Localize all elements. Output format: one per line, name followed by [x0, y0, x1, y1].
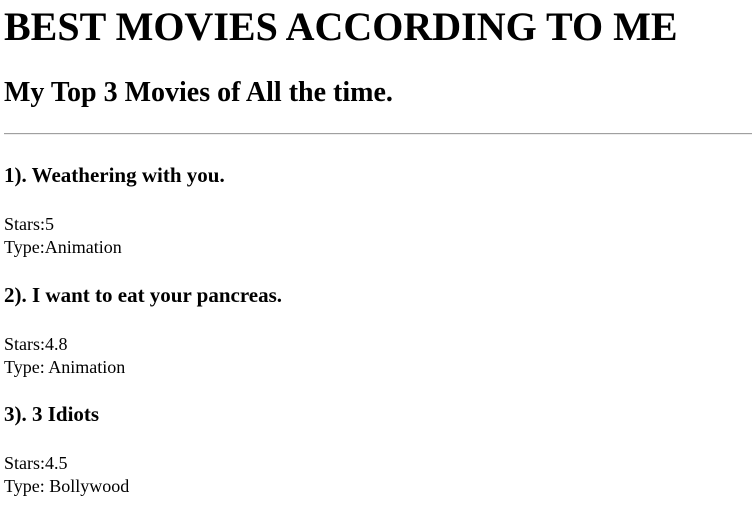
- page-subtitle: My Top 3 Movies of All the time.: [4, 77, 393, 108]
- movie-details: Stars:4.8 Type: Animation: [4, 333, 282, 379]
- movie-type: Type: Animation: [4, 357, 126, 377]
- movie-entry-2: 2). I want to eat your pancreas. Stars:4…: [4, 284, 282, 379]
- movie-entry-1: 1). Weathering with you. Stars:5 Type:An…: [4, 164, 225, 259]
- movie-heading: 3). 3 Idiots: [4, 402, 100, 426]
- movie-heading: 1). Weathering with you.: [4, 163, 225, 187]
- page-title: BEST MOVIES ACCORDING TO ME: [4, 4, 678, 49]
- movie-stars: Stars:4.8: [4, 334, 68, 354]
- movie-stars: Stars:4.5: [4, 453, 68, 473]
- movie-entry-3: 3). 3 Idiots Stars:4.5 Type: Bollywood: [4, 403, 129, 498]
- movie-stars: Stars:5: [4, 214, 55, 234]
- movie-heading: 2). I want to eat your pancreas.: [4, 283, 283, 307]
- page: BEST MOVIES ACCORDING TO ME My Top 3 Mov…: [0, 0, 756, 513]
- movie-details: Stars:5 Type:Animation: [4, 213, 225, 259]
- movie-type: Type:Animation: [4, 237, 122, 257]
- movie-type: Type: Bollywood: [4, 476, 130, 496]
- movie-details: Stars:4.5 Type: Bollywood: [4, 452, 129, 498]
- horizontal-divider: [4, 133, 752, 135]
